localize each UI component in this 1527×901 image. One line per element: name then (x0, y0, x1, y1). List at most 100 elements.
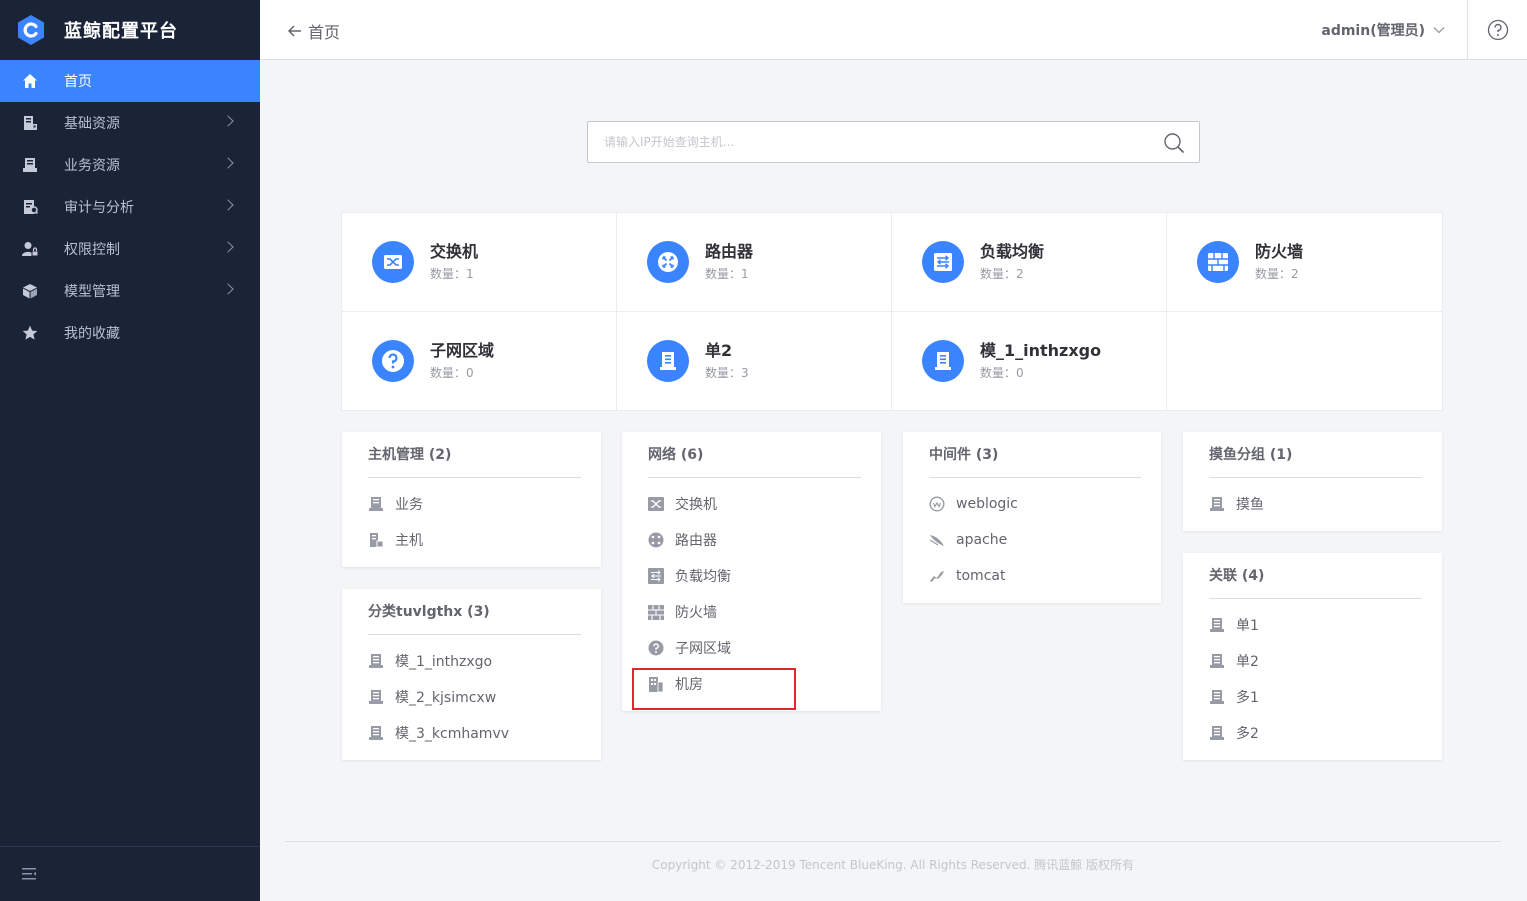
business-icon (368, 496, 384, 512)
resource-name: 子网区域 (430, 340, 495, 360)
list-item[interactable]: 多1 (1209, 679, 1422, 715)
resource-cell-mo1[interactable]: 模_1_inthzxgo 数量：0 (892, 311, 1167, 410)
host-search-input[interactable] (588, 122, 1128, 162)
router-icon (647, 240, 689, 283)
model-icon (922, 339, 964, 382)
list-item[interactable]: 主机 (368, 522, 581, 558)
footer-divider (285, 841, 1501, 842)
list-item[interactable]: 模_1_inthzxgo (368, 643, 581, 679)
arrow-left-icon (288, 25, 301, 37)
list-item-label: 路由器 (675, 533, 717, 549)
firewall-icon (648, 604, 664, 620)
list-item-label: 多2 (1236, 726, 1259, 742)
list-item[interactable]: 负载均衡 (648, 558, 861, 594)
list-item-label: 模_3_kcmhamvv (395, 726, 510, 742)
question-icon (648, 640, 664, 656)
list-item-label: 主机 (395, 533, 423, 549)
brand[interactable]: 蓝鲸配置平台 (0, 0, 260, 60)
card-middleware: 中间件 (3) weblogic apache tomcat (903, 432, 1161, 603)
help-icon (1487, 19, 1508, 41)
resource-cell-router[interactable]: 路由器 数量：1 (617, 213, 892, 312)
sidebar-item-label: 模型管理 (64, 284, 120, 300)
card-category: 分类tuvlgthx (3) 模_1_inthzxgo 模_2_kjsimcxw… (342, 589, 601, 760)
model-icon (368, 653, 384, 669)
resource-cell-switch[interactable]: 交换机 数量：1 (342, 213, 617, 312)
resource-count: 2 (1291, 266, 1299, 281)
card-network: 网络 (6) 交换机 路由器 负载均衡 防火墙 子网区域 机房 (622, 432, 881, 711)
model-icon (368, 689, 384, 705)
list-item-label: 摸鱼 (1236, 497, 1264, 513)
list-item[interactable]: weblogic (929, 486, 1141, 522)
list-item[interactable]: 交换机 (648, 486, 861, 522)
sidebar-item-audit[interactable]: 审计与分析 (0, 186, 260, 228)
top-header: 首页 admin(管理员) (260, 0, 1527, 60)
model-icon (1209, 689, 1225, 705)
list-item[interactable]: 防火墙 (648, 594, 861, 630)
load-balance-icon (922, 240, 964, 283)
chevron-right-icon (222, 283, 234, 295)
resource-cell-dan2[interactable]: 单2 数量：3 (617, 311, 892, 410)
card-title: 关联 (4) (1209, 553, 1422, 599)
user-menu[interactable]: admin(管理员) (1321, 20, 1445, 40)
back-label: 首页 (308, 23, 341, 42)
list-item[interactable]: 机房 (648, 666, 861, 702)
host-icon (368, 532, 384, 548)
list-item-label: 模_1_inthzxgo (395, 654, 493, 670)
list-item[interactable]: 模_3_kcmhamvv (368, 715, 581, 751)
sidebar-item-label: 我的收藏 (64, 326, 120, 342)
card-title: 分类tuvlgthx (3) (368, 589, 581, 635)
count-prefix: 数量： (430, 365, 467, 380)
list-item[interactable]: 模_2_kjsimcxw (368, 679, 581, 715)
resource-cell-load-balance[interactable]: 负载均衡 数量：2 (892, 213, 1167, 312)
sidebar-item-model[interactable]: 模型管理 (0, 270, 260, 312)
sidebar-item-label: 首页 (64, 74, 92, 90)
tomcat-icon (929, 568, 945, 584)
list-item-label: 业务 (395, 497, 423, 513)
resource-count: 1 (741, 266, 749, 281)
resource-count: 2 (1016, 266, 1024, 281)
search-icon[interactable] (1163, 132, 1185, 154)
list-item-label: weblogic (956, 496, 1018, 512)
resource-cell-firewall[interactable]: 防火墙 数量：2 (1167, 213, 1442, 312)
sidebar-item-business-resource[interactable]: 业务资源 (0, 144, 260, 186)
list-item-label: 单1 (1236, 618, 1259, 634)
apache-feather-icon (929, 532, 945, 548)
chevron-right-icon (222, 199, 234, 211)
list-item[interactable]: tomcat (929, 558, 1141, 594)
card-title: 主机管理 (2) (368, 432, 581, 478)
resource-name: 防火墙 (1255, 241, 1304, 261)
list-item[interactable]: 子网区域 (648, 630, 861, 666)
help-button[interactable] (1467, 0, 1527, 60)
sidebar-item-permission[interactable]: 权限控制 (0, 228, 260, 270)
list-item-label: 交换机 (675, 497, 717, 513)
list-item-label: 机房 (675, 677, 703, 693)
basic-resource-icon (22, 115, 38, 131)
weblogic-icon (929, 496, 945, 512)
list-item[interactable]: 多2 (1209, 715, 1422, 751)
resource-cell-subnet[interactable]: 子网区域 数量：0 (342, 311, 617, 410)
list-item[interactable]: 业务 (368, 486, 581, 522)
sidebar: 蓝鲸配置平台 首页 基础资源 业务资源 审计与分析 权限控制 模型管理 我的收藏 (0, 0, 260, 901)
sidebar-item-basic-resource[interactable]: 基础资源 (0, 102, 260, 144)
sidebar-collapse-toggle[interactable] (0, 846, 260, 901)
sidebar-item-label: 权限控制 (64, 242, 120, 258)
back-link[interactable]: 首页 (288, 19, 340, 43)
resource-count: 3 (741, 365, 749, 380)
list-item[interactable]: 单2 (1209, 643, 1422, 679)
list-item-label: tomcat (956, 568, 1006, 584)
list-item[interactable]: 摸鱼 (1209, 486, 1422, 522)
resource-cell-empty (1167, 312, 1442, 411)
switch-icon (372, 240, 414, 283)
sidebar-item-favorites[interactable]: 我的收藏 (0, 312, 260, 354)
host-search-box (587, 121, 1200, 163)
resource-name: 负载均衡 (980, 241, 1045, 261)
sidebar-item-label: 业务资源 (64, 158, 120, 174)
sidebar-item-home[interactable]: 首页 (0, 60, 260, 102)
model-icon (368, 725, 384, 741)
list-item[interactable]: 单1 (1209, 607, 1422, 643)
list-item-label: 模_2_kjsimcxw (395, 690, 497, 706)
resource-count: 0 (466, 365, 474, 380)
list-item[interactable]: 路由器 (648, 522, 861, 558)
list-item[interactable]: apache (929, 522, 1141, 558)
permission-icon (22, 241, 38, 257)
